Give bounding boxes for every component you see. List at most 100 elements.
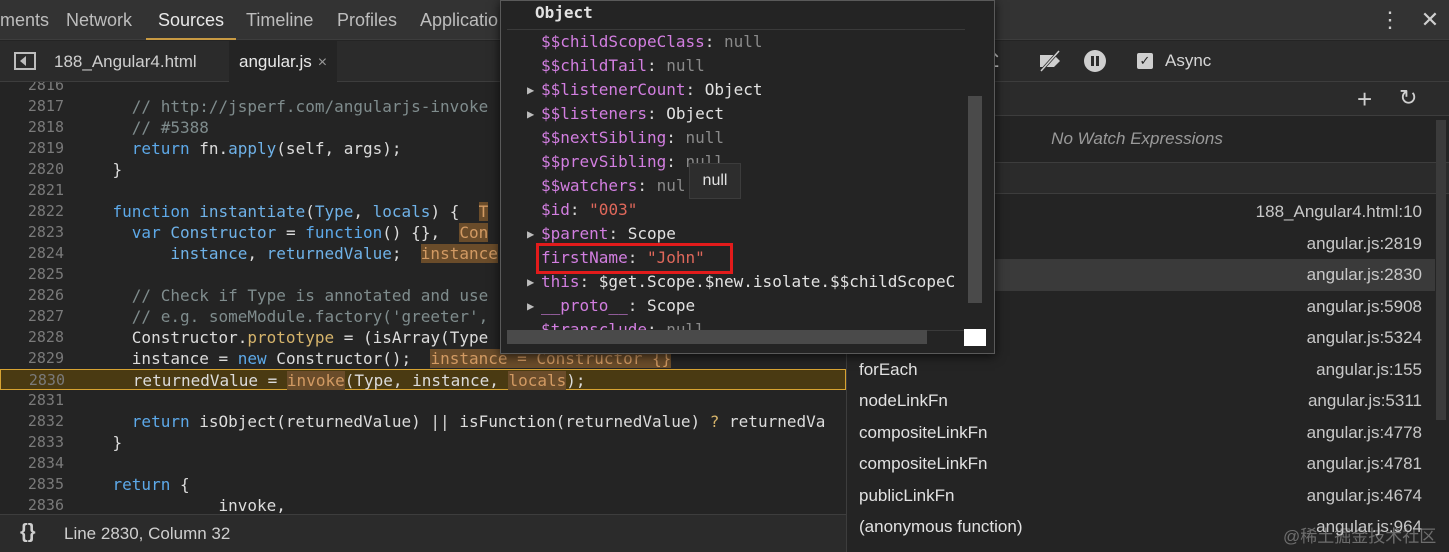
line-number[interactable]: 2834 [0, 453, 64, 474]
call-frame-location[interactable]: angular.js:4674 [1307, 480, 1422, 511]
property-key: __proto__ [541, 296, 628, 315]
line-source: function instantiate(Type, locals) { T [112, 202, 489, 221]
call-frame[interactable]: nodeLinkFn angular.js:5311 [847, 385, 1435, 417]
expand-triangle-icon[interactable]: ▶ [527, 294, 534, 318]
call-frame-location[interactable]: angular.js:5908 [1307, 291, 1422, 322]
property-value: $get.Scope.$new.isolate.$$childScopeC [598, 272, 956, 291]
property-value: Scope [646, 296, 696, 315]
line-number[interactable]: 2821 [0, 180, 64, 201]
line-number[interactable]: 2835 [0, 474, 64, 495]
line-number[interactable]: 2827 [0, 306, 64, 327]
call-frame[interactable]: compositeLinkFn angular.js:4781 [847, 448, 1435, 480]
expand-triangle-icon[interactable]: ▶ [527, 222, 534, 246]
property-key: $$prevSibling [541, 152, 667, 171]
call-frame-function: publicLinkFn [859, 485, 955, 505]
property-separator: : [627, 296, 647, 315]
property-value: "John" [646, 248, 705, 267]
code-line[interactable]: 2836 invoke, [0, 495, 846, 514]
line-number[interactable]: 2829 [0, 348, 64, 369]
line-number[interactable]: 2820 [0, 159, 64, 180]
line-number[interactable]: 2832 [0, 411, 64, 432]
line-source: return isObject(returnedValue) || isFunc… [131, 412, 826, 431]
tab-application[interactable]: Applicatio [420, 0, 498, 40]
call-frame-location[interactable]: angular.js:5324 [1307, 322, 1422, 353]
tab-timeline[interactable]: Timeline [246, 0, 313, 40]
line-source: Constructor.prototype = (isArray(Type [74, 328, 489, 347]
code-line[interactable]: 2833 } [0, 432, 846, 453]
code-line[interactable]: 2831 [0, 390, 846, 411]
line-number[interactable]: 2818 [0, 117, 64, 138]
code-line[interactable]: 2832 return isObject(returnedValue) || i… [0, 411, 846, 432]
call-frame-function: compositeLinkFn [859, 454, 988, 473]
call-frame-location[interactable]: angular.js:2819 [1307, 228, 1422, 259]
object-popover: Object $$childScopeClass: null $$childTai… [500, 0, 995, 354]
line-number[interactable]: 2825 [0, 264, 64, 285]
line-source: // Check if Type is annotated and use [131, 286, 489, 305]
call-frame[interactable]: compositeLinkFn angular.js:4778 [847, 417, 1435, 449]
popover-vertical-scrollbar[interactable] [968, 96, 982, 303]
watermark: @稀土掘金技术社区 [1283, 527, 1437, 546]
property-value: null [666, 56, 705, 75]
call-frame[interactable]: forEach angular.js:155 [847, 354, 1435, 386]
line-source: // http://jsperf.com/angularjs-invoke [131, 97, 489, 116]
value-tooltip: null [689, 163, 741, 199]
call-frame-function: (anonymous function) [859, 517, 1023, 536]
expand-triangle-icon[interactable]: ▶ [527, 270, 534, 294]
tab-network[interactable]: Network [66, 0, 132, 40]
line-number[interactable]: 2822 [0, 201, 64, 222]
deactivate-breakpoints-icon[interactable] [1037, 49, 1065, 73]
line-number[interactable]: 2824 [0, 243, 64, 264]
line-source: instance, returnedValue; instance [170, 244, 498, 263]
file-tab-angular[interactable]: angular.js × [229, 41, 338, 82]
call-frame-location[interactable]: angular.js:2830 [1307, 259, 1422, 290]
property-key: this [541, 272, 580, 291]
property-key: $$listenerCount [541, 80, 686, 99]
call-frame-location[interactable]: angular.js:5311 [1308, 385, 1422, 416]
property-key: $$watchers [541, 176, 638, 195]
call-frame-location[interactable]: angular.js:155 [1316, 354, 1422, 385]
line-number[interactable]: 2823 [0, 222, 64, 243]
pause-exceptions-icon[interactable] [1083, 49, 1107, 73]
call-frame-location[interactable]: 188_Angular4.html:10 [1256, 196, 1422, 227]
line-number[interactable]: 2836 [0, 495, 64, 514]
popover-horizontal-scrollbar[interactable] [507, 330, 927, 344]
more-options-icon[interactable]: ⋮ [1379, 6, 1401, 34]
property-value: Object [704, 80, 763, 99]
sidebar-scrollbar[interactable] [1436, 120, 1446, 420]
close-tab-icon[interactable]: × [318, 54, 327, 71]
property-value: null [685, 128, 725, 147]
call-frame-location[interactable]: angular.js:4781 [1307, 448, 1422, 479]
line-number[interactable]: 2826 [0, 285, 64, 306]
toggle-navigator-icon[interactable] [14, 52, 36, 70]
line-number[interactable]: 2816 [0, 82, 64, 96]
property-separator: : [646, 56, 667, 75]
file-tab-html[interactable]: 188_Angular4.html [44, 41, 207, 82]
line-number[interactable]: 2819 [0, 138, 64, 159]
close-devtools-icon[interactable]: ✕ [1418, 6, 1442, 34]
line-number[interactable]: 2828 [0, 327, 64, 348]
refresh-watch-icon[interactable]: ↻ [1399, 85, 1417, 111]
line-number[interactable]: 2831 [0, 390, 64, 411]
pretty-print-icon[interactable]: {} [20, 521, 36, 544]
async-checkbox[interactable]: ✓ [1137, 53, 1153, 69]
tab-sources[interactable]: Sources [146, 0, 237, 40]
code-line[interactable]: 2835 return { [0, 474, 846, 495]
call-frame[interactable]: publicLinkFn angular.js:4674 [847, 480, 1435, 512]
property-separator: : [569, 200, 590, 219]
line-number[interactable]: 2830 [1, 370, 65, 391]
add-watch-icon[interactable]: + [1357, 84, 1372, 115]
expand-triangle-icon[interactable]: ▶ [527, 102, 534, 126]
property-separator: : [685, 80, 705, 99]
line-number[interactable]: 2817 [0, 96, 64, 117]
code-line[interactable]: 2834 [0, 453, 846, 474]
execution-line[interactable]: 2830 returnedValue = invoke(Type, instan… [0, 369, 846, 390]
line-number[interactable]: 2833 [0, 432, 64, 453]
line-source: invoke, [74, 496, 286, 514]
property-key: $$childScopeClass [541, 32, 705, 51]
call-frame-location[interactable]: angular.js:4778 [1307, 417, 1422, 448]
tab-profiles[interactable]: Profiles [337, 0, 397, 40]
tab-elements[interactable]: ments [0, 0, 49, 40]
file-tab-label: angular.js [239, 52, 312, 71]
property-value: Object [666, 104, 725, 123]
expand-triangle-icon[interactable]: ▶ [527, 78, 534, 102]
